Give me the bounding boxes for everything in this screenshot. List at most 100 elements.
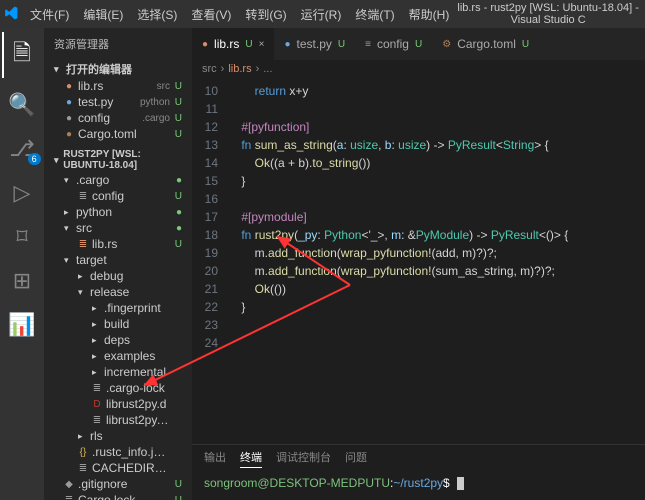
item-name: debug xyxy=(90,269,170,283)
tab-label: test.py xyxy=(297,37,332,51)
menu-item[interactable]: 转到(G) xyxy=(239,3,292,26)
item-name: librust2py.d xyxy=(106,397,170,411)
item-name: .cargo-lock xyxy=(106,381,170,395)
tree-item[interactable]: ≣configU xyxy=(50,188,186,204)
item-name: deps xyxy=(104,333,170,347)
open-editors-header[interactable]: ▾打开的编辑器 xyxy=(50,60,186,78)
file-icon: {} xyxy=(78,447,88,458)
chevron-icon: ▸ xyxy=(92,335,104,346)
tree-item[interactable]: ▸deps xyxy=(50,332,186,348)
item-name: .fingerprint xyxy=(104,301,170,315)
graph-icon[interactable]: 📊 xyxy=(8,312,35,338)
chevron-icon: ▸ xyxy=(78,431,90,442)
git-status: U xyxy=(170,239,182,250)
item-name: config xyxy=(92,189,170,203)
open-editor-item[interactable]: ●Cargo.tomlU xyxy=(50,126,186,142)
file-icon: ≣ xyxy=(64,495,74,500)
menu-item[interactable]: 文件(F) xyxy=(24,3,75,26)
terminal-tab[interactable]: 终端 xyxy=(240,449,262,468)
tree-item[interactable]: ▾target xyxy=(50,252,186,268)
menu-item[interactable]: 运行(R) xyxy=(295,3,348,26)
terminal-tab[interactable]: 调试控制台 xyxy=(276,449,331,468)
close-icon[interactable]: × xyxy=(259,39,265,50)
tree-item[interactable]: ▸debug xyxy=(50,268,186,284)
git-status: U xyxy=(245,39,252,50)
tree-item[interactable]: ▸rls xyxy=(50,428,186,444)
open-editor-item[interactable]: ●config.cargoU xyxy=(50,110,186,126)
remote-icon[interactable]: ⌑ xyxy=(16,224,27,250)
menu-item[interactable]: 编辑(E) xyxy=(77,3,129,26)
menu-item[interactable]: 选择(S) xyxy=(131,3,183,26)
tree-item[interactable]: ≣CACHEDIR.TAG xyxy=(50,460,186,476)
item-name: Cargo.lock xyxy=(78,493,170,500)
editor-tab[interactable]: ●test.pyU xyxy=(274,28,355,60)
extensions-icon[interactable]: ⊞ xyxy=(13,268,31,294)
file-icon: ● xyxy=(64,97,74,108)
menu-item[interactable]: 帮助(H) xyxy=(403,3,456,26)
item-name: examples xyxy=(104,349,170,363)
chevron-icon: ▸ xyxy=(92,303,104,314)
breadcrumb[interactable]: src › lib.rs › ... xyxy=(192,60,645,78)
explorer-icon[interactable]: 🗎 xyxy=(13,36,31,74)
editor-tab[interactable]: ≡configU xyxy=(355,28,432,60)
vscode-icon xyxy=(4,6,18,23)
tree-item[interactable]: ≣lib.rsU xyxy=(50,236,186,252)
item-name: librust2py.so xyxy=(106,413,170,427)
file-icon: ≣ xyxy=(78,463,88,474)
item-name: .gitignore xyxy=(78,477,170,491)
activity-bar: 🗎 🔍 ⎇6 ▷ ⌑ ⊞ 📊 xyxy=(0,28,44,500)
tree-item[interactable]: ≣Cargo.lockU xyxy=(50,492,186,500)
tree-item[interactable]: ▸incremental xyxy=(50,364,186,380)
scm-badge: 6 xyxy=(28,153,41,165)
menu-item[interactable]: 查看(V) xyxy=(185,3,237,26)
tree-item[interactable]: ▾src● xyxy=(50,220,186,236)
sidebar: 资源管理器 ▾打开的编辑器 ●lib.rssrcU●test.pypythonU… xyxy=(44,28,192,500)
file-path: src xyxy=(157,81,170,92)
tree-item[interactable]: ▸examples xyxy=(50,348,186,364)
git-status: ● xyxy=(170,223,182,234)
terminal-tab[interactable]: 问题 xyxy=(345,449,367,468)
chevron-right-icon: › xyxy=(256,63,260,75)
breadcrumb-more: ... xyxy=(263,63,272,75)
tree-item[interactable]: Dlibrust2py.d xyxy=(50,396,186,412)
chevron-icon: ▾ xyxy=(64,223,76,234)
run-debug-icon[interactable]: ▷ xyxy=(14,180,31,206)
terminal-tab[interactable]: 输出 xyxy=(204,449,226,468)
chevron-icon: ▸ xyxy=(92,351,104,362)
prompt-user: songroom@DESKTOP-MEDPUTU xyxy=(204,476,390,490)
chevron-icon: ▾ xyxy=(64,255,76,266)
workspace-header[interactable]: ▾RUST2PY [WSL: UBUNTU-18.04] xyxy=(50,148,186,172)
open-editor-item[interactable]: ●test.pypythonU xyxy=(50,94,186,110)
menu-item[interactable]: 终端(T) xyxy=(349,3,400,26)
search-icon[interactable]: 🔍 xyxy=(8,92,35,118)
git-status: U xyxy=(170,81,182,92)
tree-item[interactable]: ▸python● xyxy=(50,204,186,220)
item-name: target xyxy=(76,253,170,267)
tree-item[interactable]: ≣librust2py.so xyxy=(50,412,186,428)
prompt-path: ~/rust2py xyxy=(393,476,443,490)
git-status: U xyxy=(170,113,182,124)
terminal-body[interactable]: songroom@DESKTOP-MEDPUTU:~/rust2py$ xyxy=(192,472,645,494)
editor-tab[interactable]: ●lib.rsU× xyxy=(192,28,274,60)
tree-item[interactable]: ▾.cargo● xyxy=(50,172,186,188)
code-content[interactable]: return x+y #[pyfunction] fn sum_as_strin… xyxy=(228,82,645,444)
editor-tab[interactable]: ⚙Cargo.tomlU xyxy=(432,28,539,60)
tree-item[interactable]: ≣.cargo-lock xyxy=(50,380,186,396)
tree-item[interactable]: ◆.gitignoreU xyxy=(50,476,186,492)
code-editor[interactable]: 101112131415161718192021222324 return x+… xyxy=(192,78,645,444)
item-name: .cargo xyxy=(76,173,170,187)
tab-label: config xyxy=(377,37,409,51)
source-control-icon[interactable]: ⎇6 xyxy=(9,136,34,162)
tree-item[interactable]: {} .rustc_info.json xyxy=(50,444,186,460)
open-editor-item[interactable]: ●lib.rssrcU xyxy=(50,78,186,94)
tree-item[interactable]: ▸.fingerprint xyxy=(50,300,186,316)
tree-item[interactable]: ▾release xyxy=(50,284,186,300)
window-title: lib.rs - rust2py [WSL: Ubuntu-18.04] - V… xyxy=(455,2,641,26)
tree-item[interactable]: ▸build xyxy=(50,316,186,332)
item-name: .rustc_info.json xyxy=(92,445,170,459)
file-icon: ≣ xyxy=(78,191,88,202)
item-name: build xyxy=(104,317,170,331)
file-icon: ● xyxy=(64,81,74,92)
chevron-icon: ▾ xyxy=(64,175,76,186)
file-name: Cargo.toml xyxy=(78,127,166,141)
